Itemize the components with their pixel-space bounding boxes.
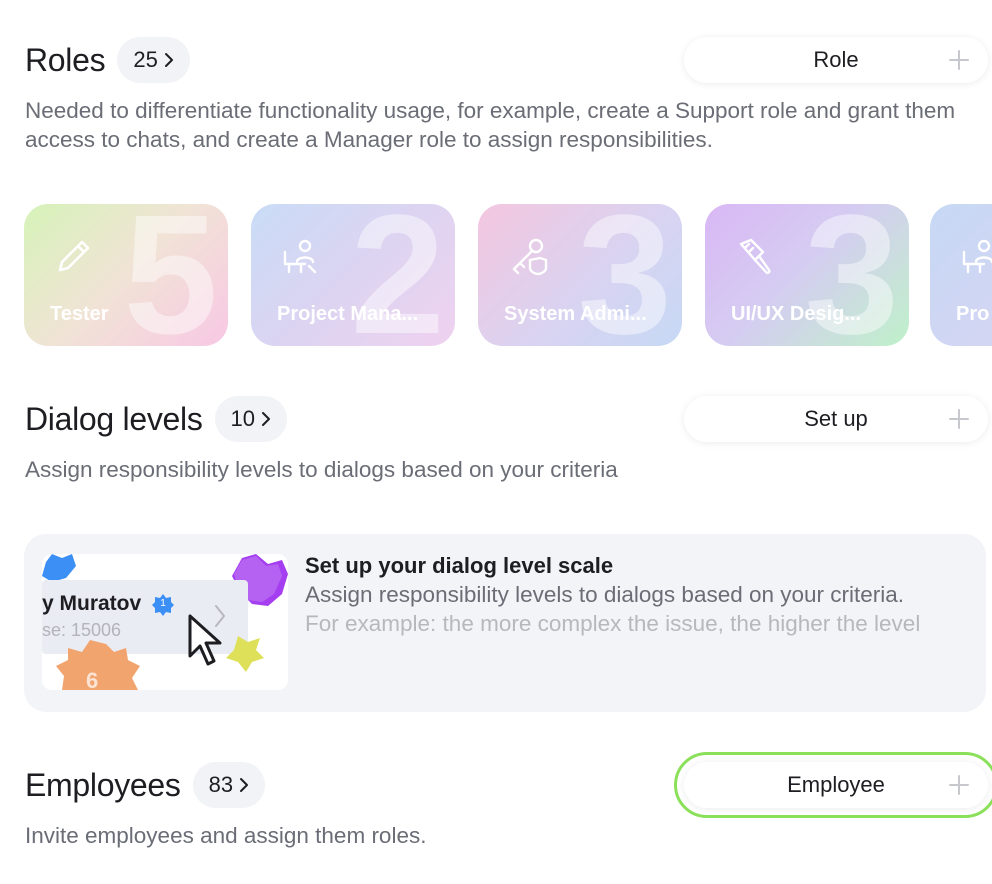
paint-brush-icon [739,238,771,275]
setup-label: Set up [804,406,868,431]
employees-title: Employees [25,766,181,803]
setup-card-description: Assign responsibility levels to dialogs … [305,582,905,607]
verified-badge-icon: 1 [152,594,174,616]
employees-count: 83 [208,772,234,797]
setup-card-example: For example: the more complex the issue,… [305,611,921,636]
person-at-desk-icon [962,239,992,274]
role-card-tester[interactable]: 5 Tester [24,204,228,346]
dialog-level-preview-image: y Muratov se: 15006 1 6 [42,554,288,690]
employees-description: Invite employees and assign them roles. [25,823,427,848]
roles-count-pill[interactable]: 25 [117,37,190,83]
employees-count-pill[interactable]: 83 [192,762,266,808]
plus-icon [949,50,969,70]
add-role-button[interactable]: Role [684,37,988,83]
setup-dialog-levels-button[interactable]: Set up [684,396,988,442]
plus-icon [949,775,969,795]
roles-count: 25 [133,47,158,72]
roles-description: Needed to differentiate functionality us… [25,98,956,152]
role-card-name: Pro [956,303,990,325]
add-employee-button[interactable]: Employee [674,752,992,818]
chevron-right-icon [262,412,271,426]
role-card-system-admin[interactable]: 3 System Admi... [478,204,682,346]
role-cards-carousel: 5 Tester 2 Project Mana... 3 System Admi… [24,204,992,346]
plus-icon [949,409,969,429]
badge-number: 1 [160,598,166,609]
chevron-right-icon [164,53,173,67]
preview-name: y Muratov [42,592,142,615]
role-card-ui-ux-designer[interactable]: 3 UI/UX Desig... [705,204,909,346]
role-card-partial[interactable]: Pro [930,204,992,346]
role-card-name: Tester [50,303,109,325]
role-card-name: System Admi... [504,303,647,325]
add-role-label: Role [813,47,859,72]
dialog-levels-title: Dialog levels [25,400,203,437]
setup-card-title: Set up your dialog level scale [305,553,614,578]
role-card-name: UI/UX Desig... [731,303,862,325]
dialog-levels-count: 10 [230,406,256,431]
preview-subtitle: se: 15006 [42,620,122,640]
roles-title: Roles [25,41,106,78]
add-employee-label: Employee [787,772,885,797]
role-card-name: Project Mana... [277,303,419,325]
pencil-icon [58,240,90,272]
preview-level: 6 [86,668,99,690]
key-shield-icon [512,238,548,276]
person-at-desk-icon [283,239,317,274]
dialog-levels-count-pill[interactable]: 10 [214,396,288,442]
dialog-levels-description: Assign responsibility levels to dialogs … [25,457,618,482]
chevron-right-icon [240,778,249,792]
role-card-project-manager[interactable]: 2 Project Mana... [251,204,455,346]
dialog-level-setup-card[interactable]: y Muratov se: 15006 1 6 Set up your dial… [24,534,986,712]
setup-card-text: Set up your dialog level scale Assign re… [305,552,965,638]
